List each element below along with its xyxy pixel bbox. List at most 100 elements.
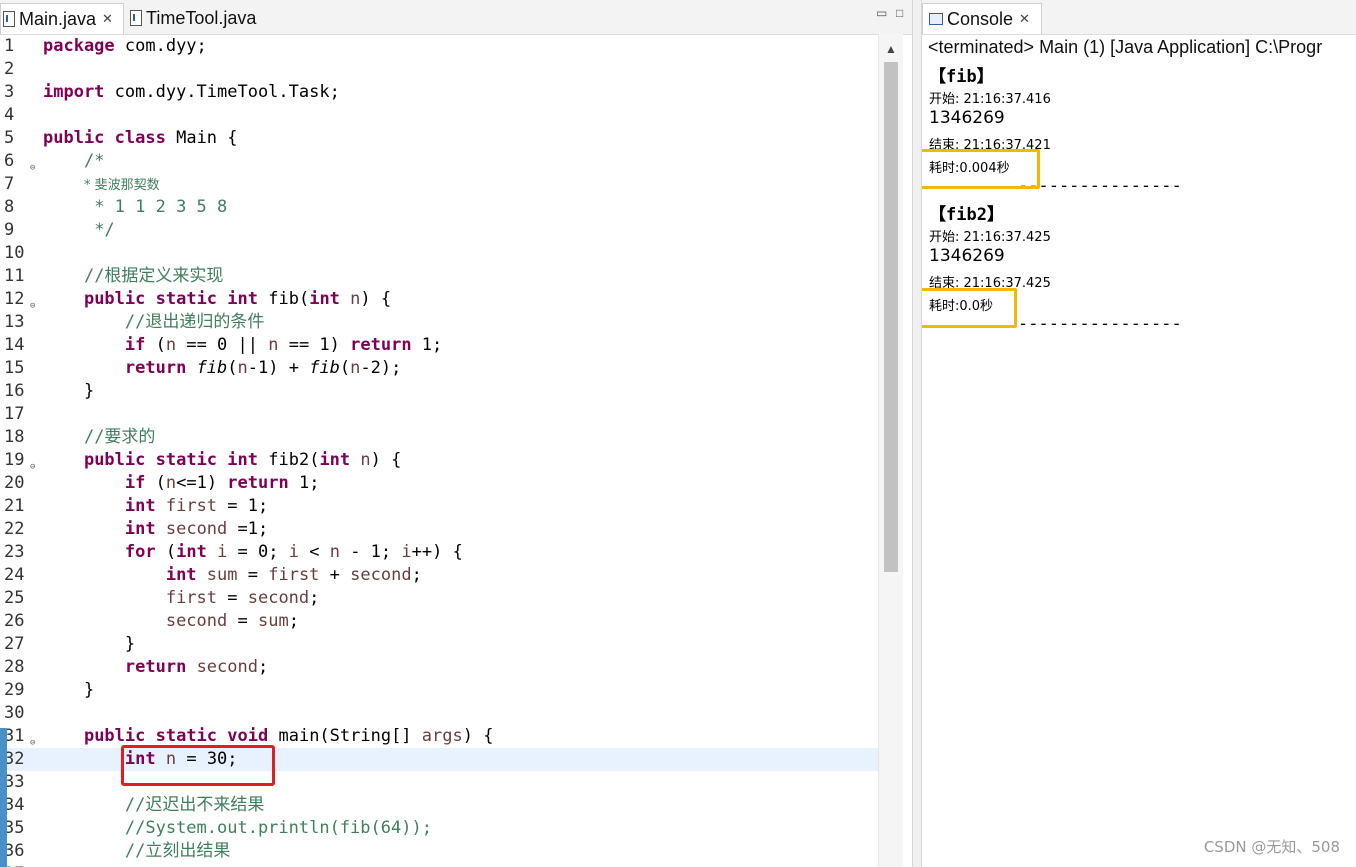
code-line[interactable]: 36 //立刻出结果 (0, 840, 878, 863)
code-text[interactable]: return fib(n-1) + fib(n-2); (43, 357, 401, 380)
code-text[interactable]: int first = 1; (43, 495, 268, 518)
code-text[interactable]: if (n<=1) return 1; (43, 472, 320, 495)
red-highlight-box (121, 745, 275, 786)
code-text[interactable]: */ (43, 219, 114, 242)
tab-console[interactable]: Console ✕ (922, 3, 1042, 34)
maximize-icon[interactable]: □ (896, 6, 906, 20)
code-line[interactable]: 14 if (n == 0 || n == 1) return 1; (0, 334, 878, 357)
line-number: 31 (4, 726, 25, 746)
minimize-icon[interactable]: ▭ (876, 6, 887, 20)
code-text[interactable]: //退出递归的条件 (43, 311, 264, 334)
code-line[interactable]: 6 ⊖ /* (0, 150, 878, 173)
code-text[interactable]: } (43, 633, 135, 656)
line-number: 3 (4, 82, 15, 102)
code-line[interactable]: 29 } (0, 679, 878, 702)
code-line[interactable]: 1 package com.dyy; (0, 35, 878, 58)
code-line[interactable]: 17 (0, 403, 878, 426)
code-line[interactable]: 18 //要求的 (0, 426, 878, 449)
scrollbar-thumb[interactable] (884, 62, 898, 572)
console-view: Console ✕ <terminated> Main (1) [Java Ap… (922, 0, 1356, 867)
code-text[interactable]: //根据定义来实现 (43, 265, 223, 288)
line-number: 8 (4, 197, 15, 217)
code-line[interactable]: 10 (0, 242, 878, 265)
code-line[interactable]: 37 (0, 863, 878, 867)
line-number: 34 (4, 795, 25, 815)
code-line[interactable]: 4 (0, 104, 878, 127)
code-line[interactable]: 7 * 斐波那契数 (0, 173, 878, 196)
code-text[interactable]: second = sum; (43, 610, 299, 633)
code-text[interactable]: package com.dyy; (43, 35, 207, 58)
line-number: 32 (4, 749, 25, 769)
code-text[interactable]: import com.dyy.TimeTool.Task; (43, 81, 340, 104)
code-text[interactable]: public class Main { (43, 127, 238, 150)
line-number: 29 (4, 680, 25, 700)
pane-splitter[interactable] (912, 0, 922, 867)
code-text[interactable]: if (n == 0 || n == 1) return 1; (43, 334, 442, 357)
code-text[interactable]: //立刻出结果 (43, 840, 230, 863)
code-line[interactable]: 13 //退出递归的条件 (0, 311, 878, 334)
close-icon[interactable]: ✕ (102, 11, 113, 27)
vertical-scrollbar[interactable]: ▲ (878, 34, 903, 867)
code-line[interactable]: 19 ⊖ public static int fib2(int n) { (0, 449, 878, 472)
java-file-icon (3, 11, 15, 27)
code-text[interactable]: return second; (43, 656, 268, 679)
console-header: 【fib2】 (929, 205, 1004, 225)
code-line[interactable]: 35 //System.out.println(fib(64)); (0, 817, 878, 840)
code-line[interactable]: 34 //迟迟出不来结果 (0, 794, 878, 817)
code-line[interactable]: 3 import com.dyy.TimeTool.Task; (0, 81, 878, 104)
watermark: CSDN @无知、508 (1203, 838, 1340, 856)
code-text[interactable]: * 1 1 2 3 5 8 (43, 196, 227, 219)
code-line[interactable]: 25 first = second; (0, 587, 878, 610)
code-line[interactable]: 21 int first = 1; (0, 495, 878, 518)
code-text[interactable]: } (43, 380, 94, 403)
code-text[interactable]: int sum = first + second; (43, 564, 422, 587)
code-text[interactable]: public static int fib(int n) { (43, 288, 391, 311)
code-line[interactable]: 30 (0, 702, 878, 725)
code-line[interactable]: 2 (0, 58, 878, 81)
code-line[interactable]: 28 return second; (0, 656, 878, 679)
code-line[interactable]: 27 } (0, 633, 878, 656)
line-number: 7 (4, 174, 15, 194)
tab-main-java[interactable]: Main.java ✕ (0, 3, 124, 34)
code-text[interactable]: first = second; (43, 587, 320, 610)
code-line[interactable]: 8 * 1 1 2 3 5 8 (0, 196, 878, 219)
line-number: 5 (4, 128, 15, 148)
code-line[interactable]: 20 if (n<=1) return 1; (0, 472, 878, 495)
code-text[interactable]: //System.out.println(fib(64)); (43, 817, 432, 840)
code-text[interactable]: //要求的 (43, 426, 155, 449)
code-editor[interactable]: Main.java ✕ TimeTool.java ▭ □ 1 package c… (0, 0, 912, 867)
editor-tab-bar: Main.java ✕ TimeTool.java ▭ □ (0, 0, 912, 35)
code-line[interactable]: 22 int second =1; (0, 518, 878, 541)
console-header: 【fib】 (929, 67, 994, 87)
code-text[interactable]: //迟迟出不来结果 (43, 794, 264, 817)
yellow-highlight-box (922, 288, 1017, 328)
code-line[interactable]: 5 public class Main { (0, 127, 878, 150)
line-number: 9 (4, 220, 15, 240)
line-number: 6 (4, 151, 15, 171)
code-text[interactable]: public static int fib2(int n) { (43, 449, 401, 472)
tab-timetool-java[interactable]: TimeTool.java (128, 3, 278, 33)
close-icon[interactable]: ✕ (1019, 11, 1030, 27)
code-line[interactable]: 12 ⊖ public static int fib(int n) { (0, 288, 878, 311)
line-number: 36 (4, 841, 25, 861)
line-number: 26 (4, 611, 25, 631)
ruler-marker (0, 728, 7, 867)
line-number: 22 (4, 519, 25, 539)
code-text[interactable]: * 斐波那契数 (43, 173, 160, 197)
line-number: 28 (4, 657, 25, 677)
code-line[interactable]: 9 */ (0, 219, 878, 242)
code-text[interactable]: } (43, 679, 94, 702)
code-text[interactable]: int second =1; (43, 518, 268, 541)
code-line[interactable]: 24 int sum = first + second; (0, 564, 878, 587)
code-text[interactable]: for (int i = 0; i < n - 1; i++) { (43, 541, 463, 564)
code-line[interactable]: 26 second = sum; (0, 610, 878, 633)
code-lines[interactable]: 1 package com.dyy; 2 3 import com.dyy.TimeTo… (0, 35, 878, 867)
code-line[interactable]: 16 } (0, 380, 878, 403)
console-start: 开始: 21:16:37.425 (929, 230, 1051, 245)
code-line[interactable]: 11 //根据定义来实现 (0, 265, 878, 288)
code-line[interactable]: 15 return fib(n-1) + fib(n-2); (0, 357, 878, 380)
code-text[interactable]: /* (43, 150, 104, 173)
code-line[interactable]: 23 for (int i = 0; i < n - 1; i++) { (0, 541, 878, 564)
tab-label: Main.java (19, 8, 97, 29)
scroll-up-icon[interactable]: ▲ (885, 42, 897, 56)
